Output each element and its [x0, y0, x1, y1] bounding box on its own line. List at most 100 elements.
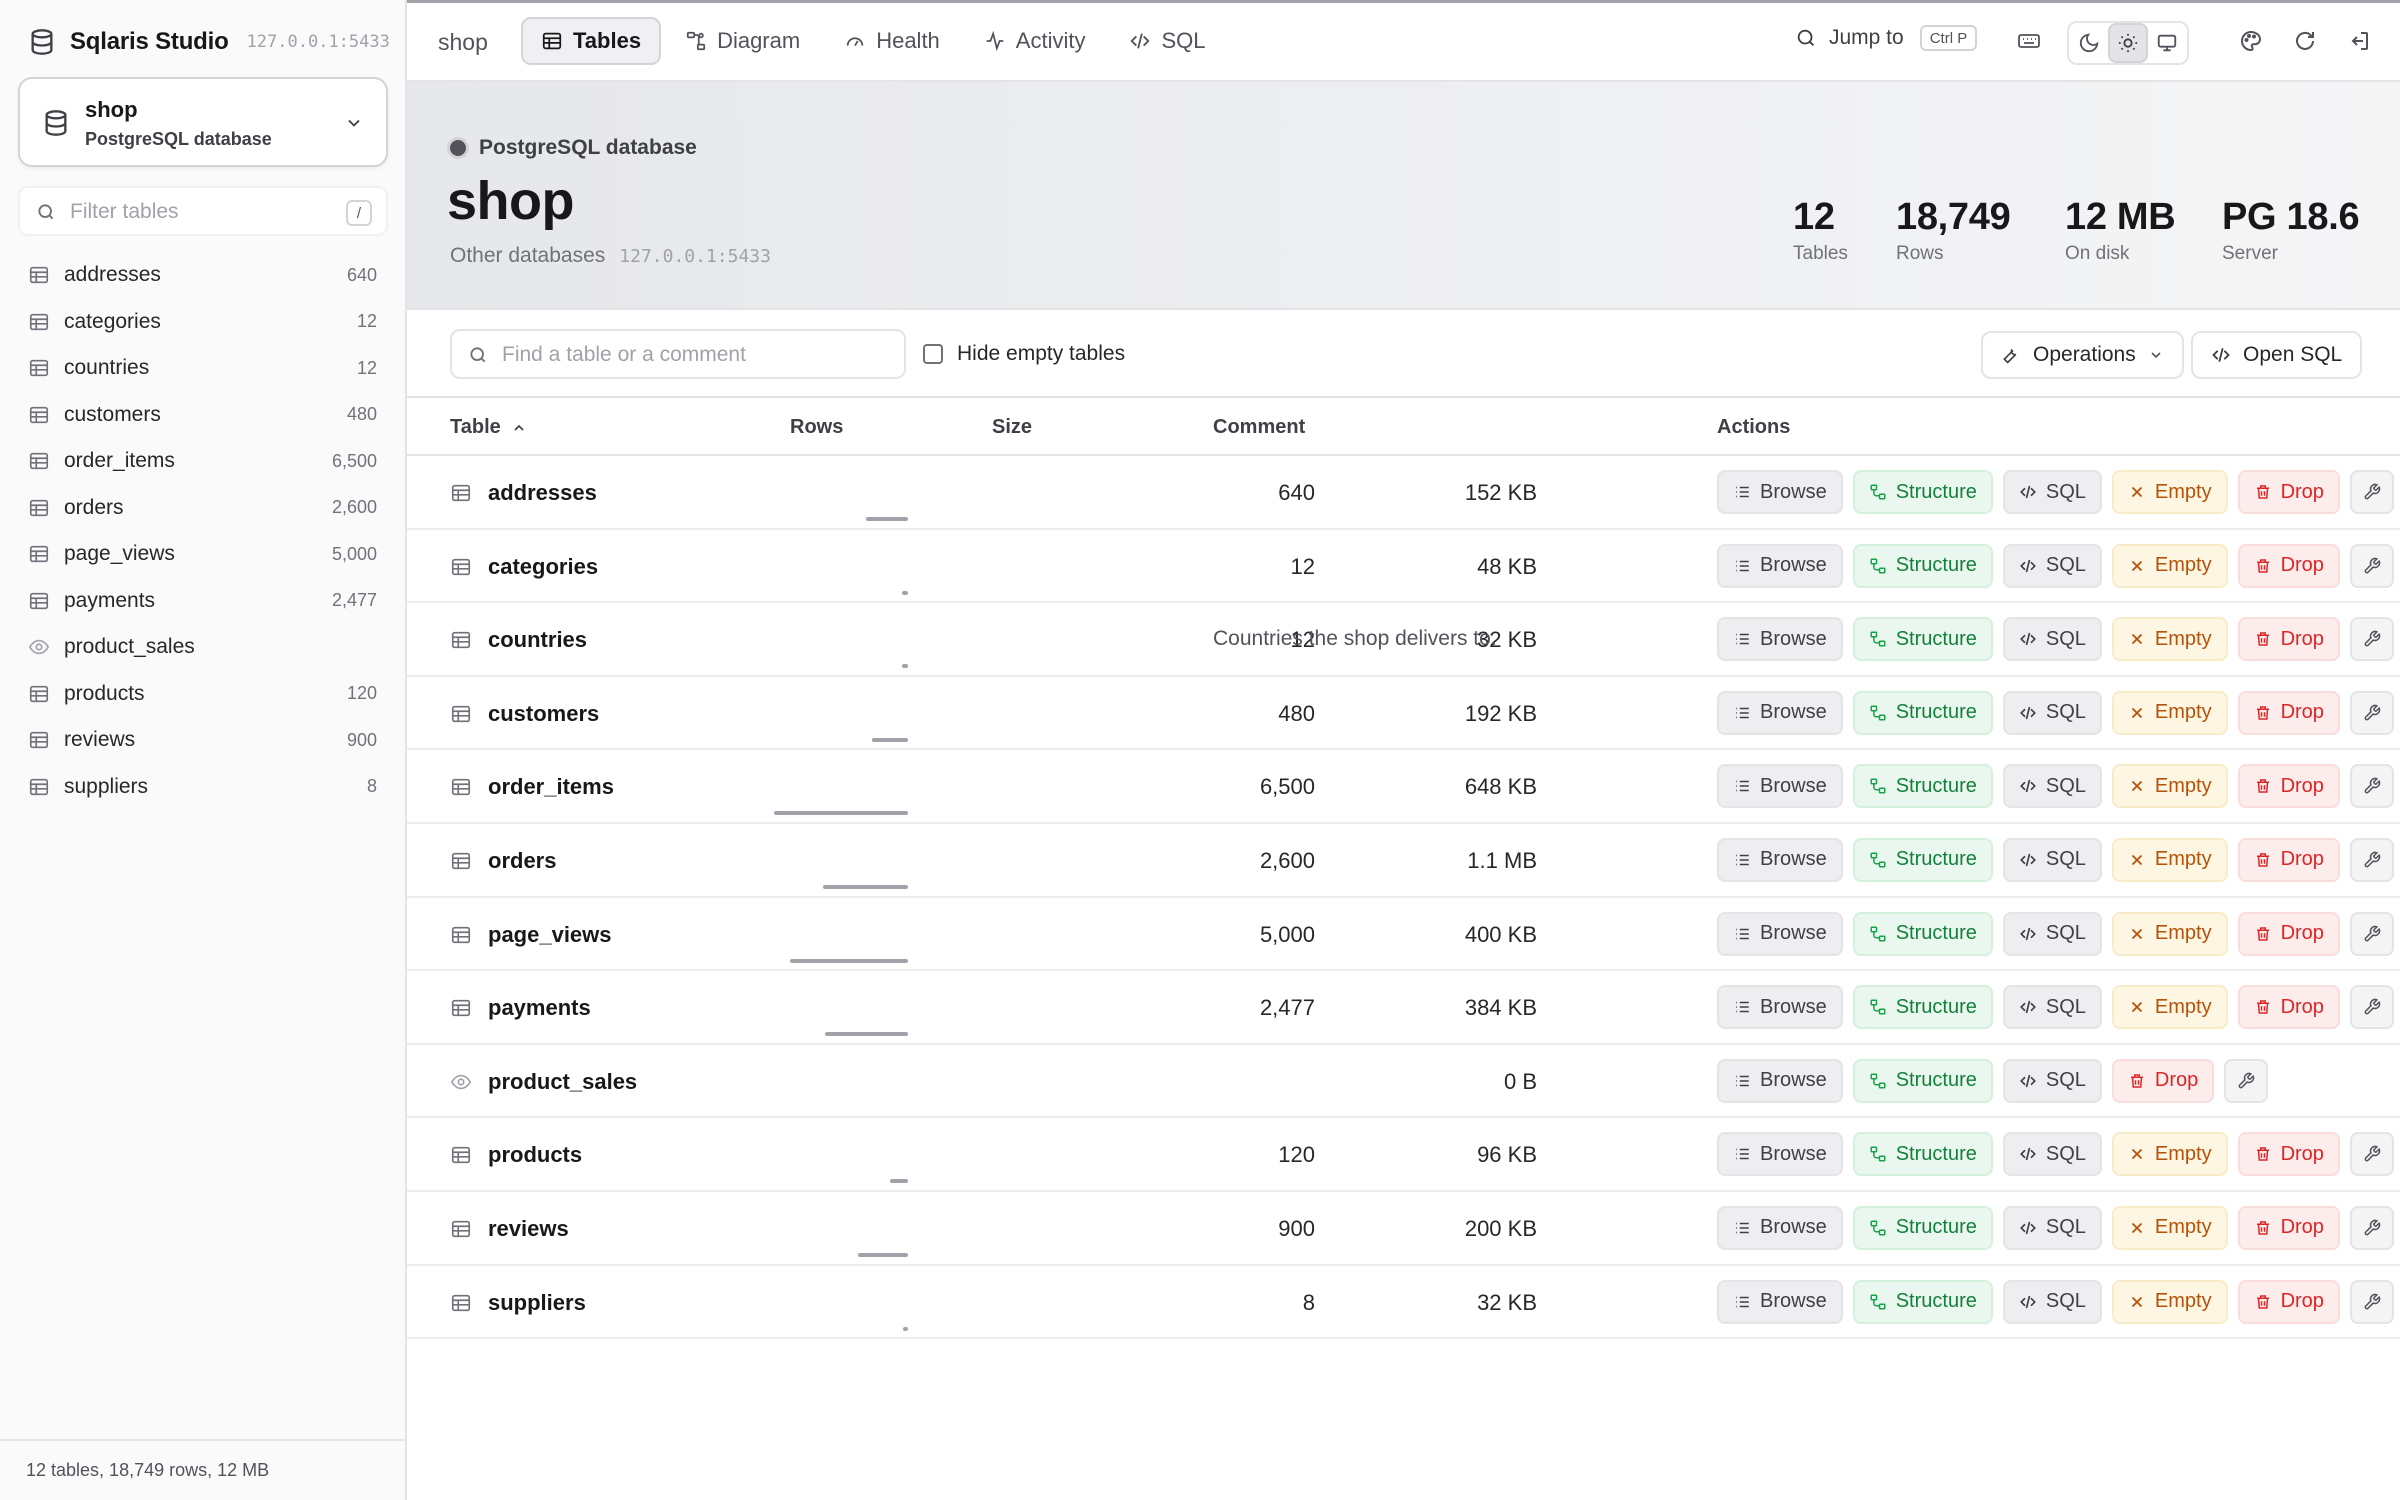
hide-empty-toggle[interactable]: Hide empty tables — [923, 342, 1125, 366]
empty-button[interactable]: Empty — [2111, 837, 2228, 882]
sql-button[interactable]: SQL — [2002, 985, 2102, 1030]
jump-to-button[interactable]: Jump to Ctrl P — [1795, 25, 1978, 51]
table-operations-button[interactable] — [2349, 617, 2394, 662]
table-name-link[interactable]: page_views — [488, 922, 612, 948]
database-picker[interactable]: shop PostgreSQL database — [18, 77, 388, 167]
table-operations-button[interactable] — [2349, 470, 2394, 514]
sql-button[interactable]: SQL — [2002, 1205, 2102, 1250]
sql-button[interactable]: SQL — [2002, 470, 2102, 514]
sidebar-item-addresses[interactable]: addresses 640 — [0, 252, 405, 299]
refresh-icon[interactable] — [2293, 29, 2317, 53]
browse-button[interactable]: Browse — [1717, 985, 1843, 1030]
browse-button[interactable]: Browse — [1717, 1058, 1843, 1103]
empty-button[interactable]: Empty — [2111, 764, 2228, 809]
empty-button[interactable]: Empty — [2111, 911, 2228, 956]
drop-button[interactable]: Drop — [2237, 1132, 2340, 1177]
drop-button[interactable]: Drop — [2237, 543, 2340, 588]
drop-button[interactable]: Drop — [2237, 1205, 2340, 1250]
breadcrumb[interactable]: shop — [438, 29, 488, 56]
sidebar-item-countries[interactable]: countries 12 — [0, 345, 405, 392]
logout-icon[interactable] — [2347, 29, 2371, 53]
table-name-link[interactable]: addresses — [488, 480, 597, 506]
drop-button[interactable]: Drop — [2237, 764, 2340, 809]
browse-button[interactable]: Browse — [1717, 1279, 1843, 1324]
browse-button[interactable]: Browse — [1717, 617, 1843, 662]
sidebar-item-orders[interactable]: orders 2,600 — [0, 485, 405, 532]
drop-button[interactable]: Drop — [2237, 690, 2340, 735]
empty-button[interactable]: Empty — [2111, 1205, 2228, 1250]
table-operations-button[interactable] — [2349, 690, 2394, 735]
drop-button[interactable]: Drop — [2237, 470, 2340, 514]
sidebar-item-product_sales[interactable]: product_sales — [0, 624, 405, 671]
table-name-link[interactable]: products — [488, 1142, 582, 1168]
empty-button[interactable]: Empty — [2111, 985, 2228, 1030]
structure-button[interactable]: Structure — [1852, 470, 1993, 514]
sidebar-item-products[interactable]: products 120 — [0, 671, 405, 718]
theme-dark-button[interactable] — [2069, 23, 2108, 63]
structure-button[interactable]: Structure — [1852, 911, 1993, 956]
structure-button[interactable]: Structure — [1852, 837, 1993, 882]
tab-health[interactable]: Health — [824, 17, 960, 65]
sql-button[interactable]: SQL — [2002, 690, 2102, 735]
open-sql-button[interactable]: Open SQL — [2191, 331, 2363, 379]
sql-button[interactable]: SQL — [2002, 911, 2102, 956]
sql-button[interactable]: SQL — [2002, 543, 2102, 588]
column-size[interactable]: Size — [992, 416, 1032, 439]
column-table-sort[interactable]: Table — [450, 416, 527, 439]
structure-button[interactable]: Structure — [1852, 985, 1993, 1030]
table-name-link[interactable]: payments — [488, 995, 591, 1021]
structure-button[interactable]: Structure — [1852, 690, 1993, 735]
table-operations-button[interactable] — [2349, 1205, 2394, 1250]
browse-button[interactable]: Browse — [1717, 1205, 1843, 1250]
table-operations-button[interactable] — [2349, 837, 2394, 882]
filter-tables-input[interactable] — [70, 196, 330, 228]
theme-system-button[interactable] — [2148, 23, 2187, 63]
tab-sql[interactable]: SQL — [1109, 17, 1225, 65]
drop-button[interactable]: Drop — [2237, 911, 2340, 956]
tab-tables[interactable]: Tables — [521, 17, 662, 65]
other-databases-link[interactable]: Other databases — [450, 244, 605, 268]
sidebar-item-order_items[interactable]: order_items 6,500 — [0, 438, 405, 485]
sidebar-item-categories[interactable]: categories 12 — [0, 299, 405, 346]
sidebar-item-payments[interactable]: payments 2,477 — [0, 578, 405, 625]
sql-button[interactable]: SQL — [2002, 837, 2102, 882]
table-name-link[interactable]: categories — [488, 554, 598, 580]
structure-button[interactable]: Structure — [1852, 617, 1993, 662]
table-operations-button[interactable] — [2349, 764, 2394, 809]
browse-button[interactable]: Browse — [1717, 1132, 1843, 1177]
drop-button[interactable]: Drop — [2237, 985, 2340, 1030]
table-operations-button[interactable] — [2224, 1058, 2269, 1103]
sidebar-item-page_views[interactable]: page_views 5,000 — [0, 531, 405, 578]
browse-button[interactable]: Browse — [1717, 690, 1843, 735]
drop-button[interactable]: Drop — [2111, 1058, 2215, 1103]
table-name-link[interactable]: suppliers — [488, 1290, 586, 1316]
sql-button[interactable]: SQL — [2002, 1058, 2102, 1103]
operations-button[interactable]: Operations — [1981, 331, 2184, 379]
structure-button[interactable]: Structure — [1852, 764, 1993, 809]
tab-diagram[interactable]: Diagram — [665, 17, 820, 65]
table-operations-button[interactable] — [2349, 1132, 2394, 1177]
structure-button[interactable]: Structure — [1852, 1132, 1993, 1177]
theme-light-button[interactable] — [2108, 23, 2148, 63]
table-name-link[interactable]: orders — [488, 848, 556, 874]
keyboard-icon[interactable] — [2017, 29, 2041, 53]
sidebar-item-suppliers[interactable]: suppliers 8 — [0, 764, 405, 811]
drop-button[interactable]: Drop — [2237, 1279, 2340, 1324]
browse-button[interactable]: Browse — [1717, 470, 1843, 514]
browse-button[interactable]: Browse — [1717, 837, 1843, 882]
sql-button[interactable]: SQL — [2002, 1132, 2102, 1177]
table-name-link[interactable]: customers — [488, 701, 599, 727]
table-operations-button[interactable] — [2349, 543, 2394, 588]
tab-activity[interactable]: Activity — [964, 17, 1106, 65]
table-name-link[interactable]: reviews — [488, 1216, 569, 1242]
sql-button[interactable]: SQL — [2002, 764, 2102, 809]
table-name-link[interactable]: order_items — [488, 774, 614, 800]
empty-button[interactable]: Empty — [2111, 690, 2228, 735]
structure-button[interactable]: Structure — [1852, 1205, 1993, 1250]
empty-button[interactable]: Empty — [2111, 543, 2228, 588]
column-rows[interactable]: Rows — [790, 416, 843, 439]
sql-button[interactable]: SQL — [2002, 1279, 2102, 1324]
hide-empty-checkbox[interactable] — [923, 344, 943, 364]
browse-button[interactable]: Browse — [1717, 911, 1843, 956]
table-operations-button[interactable] — [2349, 911, 2394, 956]
